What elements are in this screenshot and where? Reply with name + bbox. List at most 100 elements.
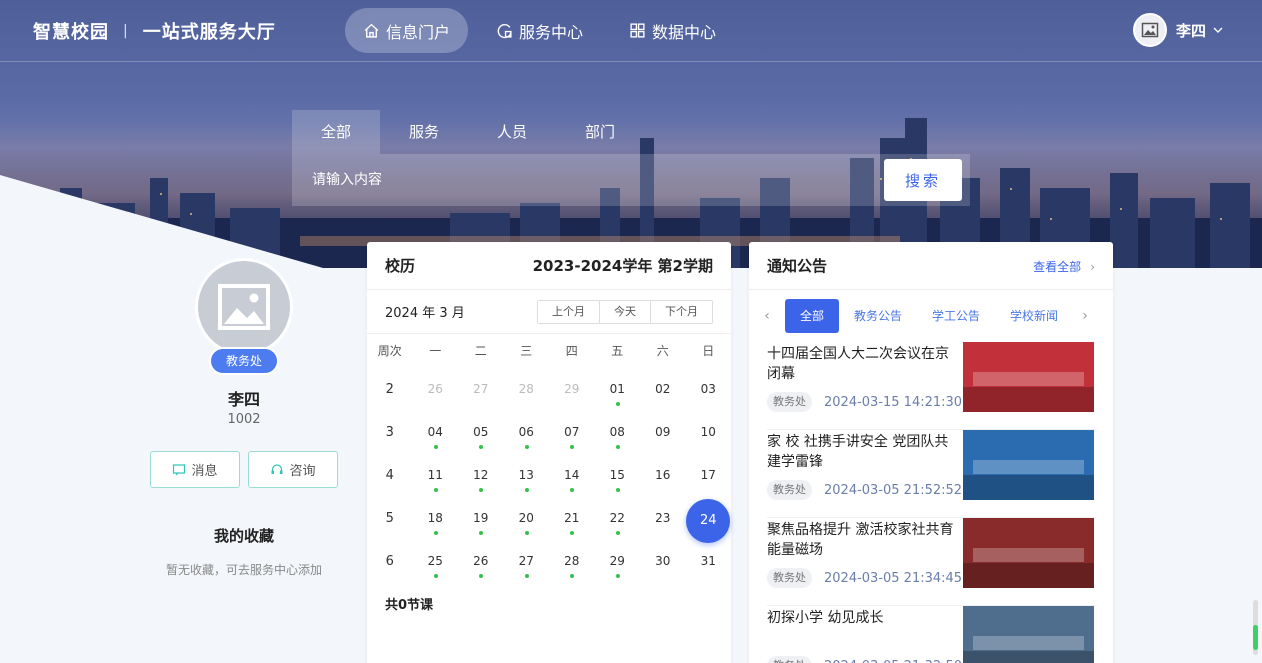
profile-id: 1002 xyxy=(227,412,261,427)
day-number: 17 xyxy=(700,468,716,482)
view-all-label: 查看全部 xyxy=(1033,260,1082,274)
search-tab-service[interactable]: 服务 xyxy=(380,110,468,154)
chevron-left-icon[interactable]: ‹ xyxy=(749,308,785,324)
calendar-day[interactable]: 27 xyxy=(458,368,504,411)
week-number-label: 5 xyxy=(385,511,394,526)
weekday-label: 三 xyxy=(520,344,533,358)
notice-item[interactable]: 十四届全国人大二次会议在京闭幕 教务处 2024-03-15 14:21:30 xyxy=(767,342,1097,430)
nav-info-portal[interactable]: 信息门户 xyxy=(345,8,469,53)
service-icon xyxy=(497,24,512,39)
notice-item-meta: 教务处 2024-03-05 21:34:45 xyxy=(767,568,962,588)
calendar-day[interactable]: 12 xyxy=(458,454,504,497)
notice-item[interactable]: 初探小学 幼见成长教务处 2024-03-05 21:32:50 xyxy=(767,606,1097,663)
search-tab-all[interactable]: 全部 xyxy=(292,110,380,154)
next-month-button[interactable]: 下个月 xyxy=(651,301,712,323)
notice-item-tag: 教务处 xyxy=(767,392,812,412)
day-number: 06 xyxy=(518,425,534,439)
notice-item[interactable]: 家 校 社携手讲安全 党团队共建学雷锋 教务处 2024-03-05 21:52:5… xyxy=(767,430,1097,518)
day-number: 09 xyxy=(655,425,671,439)
calendar-day[interactable]: 10 xyxy=(686,411,732,454)
weekday-label: 二 xyxy=(474,344,487,358)
calendar-day[interactable]: 18 xyxy=(413,497,459,540)
notice-tabs: ‹ 全部 教务公告 学工公告 学校新闻 › xyxy=(749,298,1113,334)
week-number: 3 xyxy=(367,411,413,454)
today-button[interactable]: 今天 xyxy=(600,300,651,323)
consult-button[interactable]: 咨询 xyxy=(248,451,338,488)
event-dot xyxy=(615,488,620,492)
calendar-day[interactable]: 26 xyxy=(413,368,459,411)
calendar-day[interactable]: 13 xyxy=(504,454,550,497)
week-number-label: 3 xyxy=(385,425,394,440)
notice-thumbnail-image xyxy=(963,342,1094,412)
calendar-day-today[interactable]: 24 xyxy=(686,497,732,543)
nav-data-center[interactable]: 数据中心 xyxy=(611,8,734,53)
user-menu[interactable]: 李四 xyxy=(1133,13,1225,47)
scroll-indicator[interactable] xyxy=(1253,600,1258,655)
chevron-right-icon[interactable]: › xyxy=(1073,308,1097,324)
day-number: 21 xyxy=(564,511,580,525)
calendar-day[interactable]: 15 xyxy=(595,454,641,497)
calendar-weekday-header: 周次 一 二 三 四 五 六 日 xyxy=(367,335,731,368)
notice-thumbnail-image xyxy=(963,518,1094,588)
day-number: 16 xyxy=(655,468,671,482)
event-dot xyxy=(524,488,529,492)
calendar-day[interactable]: 25 xyxy=(413,540,459,583)
school-calendar: 校历 2023-2024学年 第2学期 2024 年 3 月 上个月 今天 下个… xyxy=(367,242,731,663)
calendar-day[interactable]: 06 xyxy=(504,411,550,454)
calendar-day[interactable]: 04 xyxy=(413,411,459,454)
prev-month-button[interactable]: 上个月 xyxy=(538,300,600,323)
favorites-empty-text: 暂无收藏，可去服务中心添加 xyxy=(165,563,322,577)
calendar-day[interactable]: 28 xyxy=(504,368,550,411)
notice-tab-all[interactable]: 全部 xyxy=(785,299,840,333)
search-tab-people[interactable]: 人员 xyxy=(468,110,556,154)
calendar-day[interactable]: 08 xyxy=(595,411,641,454)
calendar-day[interactable]: 11 xyxy=(413,454,459,497)
calendar-day[interactable]: 28 xyxy=(549,540,595,583)
calendar-day[interactable]: 27 xyxy=(504,540,550,583)
calendar-day[interactable]: 21 xyxy=(549,497,595,540)
user-avatar xyxy=(1133,13,1167,47)
calendar-day[interactable]: 14 xyxy=(549,454,595,497)
calendar-day[interactable]: 17 xyxy=(686,454,732,497)
calendar-day[interactable]: 31 xyxy=(686,540,732,583)
search-button[interactable]: 搜索 xyxy=(884,159,962,201)
calendar-day[interactable]: 29 xyxy=(595,540,641,583)
nav-service-center-label: 服务中心 xyxy=(519,22,584,42)
calendar-day[interactable]: 09 xyxy=(640,411,686,454)
calendar-day[interactable]: 26 xyxy=(458,540,504,583)
day-number: 29 xyxy=(564,382,580,396)
calendar-day[interactable]: 30 xyxy=(640,540,686,583)
calendar-day[interactable]: 20 xyxy=(504,497,550,540)
weekday-label: 周次 xyxy=(377,344,402,358)
notice-tab-school-news[interactable]: 学校新闻 xyxy=(995,299,1073,333)
notice-item[interactable]: 聚焦品格提升 激活校家社共育能量磁场 教务处 2024-03-05 21:34:45 xyxy=(767,518,1097,606)
calendar-day[interactable]: 07 xyxy=(549,411,595,454)
message-button[interactable]: 消息 xyxy=(150,451,240,488)
calendar-day[interactable]: 05 xyxy=(458,411,504,454)
notice-tab-student-affairs[interactable]: 学工公告 xyxy=(917,299,995,333)
profile-name: 李四 xyxy=(227,390,260,409)
calendar-day[interactable]: 19 xyxy=(458,497,504,540)
calendar-month-bar: 2024 年 3 月 上个月 今天 下个月 xyxy=(367,290,731,334)
message-icon xyxy=(173,463,186,475)
calendar-day[interactable]: 22 xyxy=(595,497,641,540)
day-number: 05 xyxy=(473,425,489,439)
notice-tab-academic[interactable]: 教务公告 xyxy=(839,299,917,333)
week-number: 5 xyxy=(367,497,413,540)
week-number-label: 2 xyxy=(385,382,394,397)
calendar-day[interactable]: 02 xyxy=(640,368,686,411)
view-all-link[interactable]: 查看全部 › xyxy=(1033,256,1095,275)
calendar-day[interactable]: 03 xyxy=(686,368,732,411)
day-number: 18 xyxy=(427,511,443,525)
event-dot xyxy=(615,574,620,578)
calendar-day[interactable]: 23 xyxy=(640,497,686,540)
calendar-day[interactable]: 29 xyxy=(549,368,595,411)
calendar-day[interactable]: 01 xyxy=(595,368,641,411)
calendar-day[interactable]: 16 xyxy=(640,454,686,497)
nav-service-center[interactable]: 服务中心 xyxy=(478,8,601,53)
home-icon xyxy=(364,23,379,38)
day-number: 30 xyxy=(655,554,671,568)
search-input[interactable] xyxy=(312,154,872,206)
event-dot xyxy=(479,574,483,578)
search-tab-department[interactable]: 部门 xyxy=(556,110,644,154)
